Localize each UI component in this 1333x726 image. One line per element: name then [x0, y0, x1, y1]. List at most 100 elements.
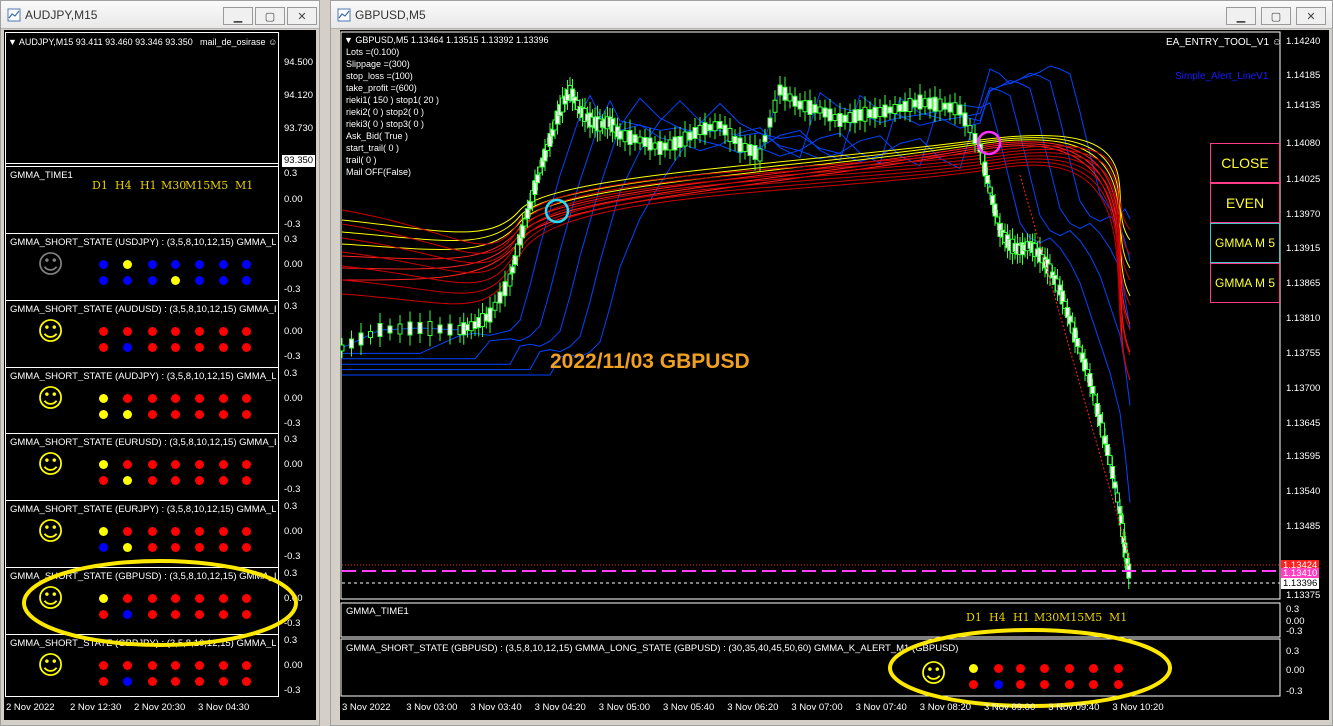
chart-left-border	[5, 32, 6, 696]
state-dot	[171, 393, 180, 403]
price-tick: 1.13700	[1286, 383, 1321, 394]
state-dot	[123, 543, 132, 553]
candle-body	[1107, 455, 1113, 465]
candle-body	[417, 322, 423, 334]
scale-tick: -0.3	[1286, 626, 1303, 637]
candle-body	[1087, 373, 1093, 387]
candle-body	[802, 100, 808, 113]
scale-tick: 0.3	[284, 234, 298, 245]
state-dot	[171, 527, 180, 537]
state-dot	[99, 460, 108, 470]
gbpusd-chart-area[interactable]: ▼ GBPUSD,M5 1.13464 1.13515 1.13392 1.13…	[340, 30, 1329, 720]
minimize-button[interactable]: ▁	[223, 7, 253, 25]
panel-divider	[5, 299, 279, 301]
state-panel-title: GMMA_SHORT_STATE (AUDUSD) : (3,5,8,10,12…	[10, 304, 276, 315]
state-dot	[195, 260, 204, 269]
candle-body	[507, 273, 513, 287]
state-dot	[99, 342, 108, 352]
price-tick: 1.14135	[1286, 100, 1321, 111]
candle-body	[717, 121, 723, 129]
state-dot	[148, 409, 157, 419]
smiley-icon: ☺	[1271, 37, 1283, 48]
close-window-button[interactable]: ✕	[1296, 7, 1326, 25]
ea-param: Ask_Bid( True )	[346, 131, 409, 141]
candle-body	[535, 174, 540, 184]
state-dot	[195, 393, 204, 403]
candle-body	[682, 131, 688, 147]
time-tick: 3 Nov 05:40	[663, 702, 715, 713]
candle-body	[762, 135, 768, 143]
state-dot	[195, 276, 204, 285]
timeframe-label: H1	[1013, 611, 1030, 624]
state-dot	[195, 326, 204, 336]
current-price-label: 93.350	[282, 155, 316, 167]
time-tick: 3 Nov 10:20	[1112, 702, 1164, 713]
state-dot	[148, 460, 157, 470]
candle-body	[502, 281, 508, 297]
close-window-button[interactable]: ✕	[287, 7, 317, 25]
state-dot	[123, 527, 132, 537]
gmma-m5-button[interactable]: GMMA M 5	[1210, 223, 1280, 263]
candle-body	[827, 108, 833, 122]
gbpusd-titlebar[interactable]: GBPUSD,M5	[331, 1, 1332, 29]
gbpusd-highlight-ellipse	[22, 559, 298, 647]
ea-param: rieki3( 0 ) stop3( 0 )	[346, 119, 425, 129]
price-tick: 1.14240	[1286, 36, 1321, 47]
candle-body	[662, 142, 668, 151]
scale-tick: 0.3	[284, 434, 298, 446]
state-dot	[242, 660, 251, 670]
audjpy-chart-area[interactable]: ▼ AUDJPY,M15 93.411 93.460 93.346 93.350…	[4, 30, 316, 720]
candle-body	[842, 114, 848, 123]
panel-divider	[5, 233, 279, 234]
gbpusd-state-highlight-ellipse	[888, 628, 1172, 708]
state-dot	[99, 409, 108, 419]
state-dot	[219, 527, 228, 537]
minimize-button[interactable]: ▁	[1226, 7, 1256, 25]
timeframe-label: M1	[235, 179, 254, 192]
candle-body	[1100, 422, 1105, 438]
state-dot	[171, 326, 180, 336]
candle-body	[837, 113, 843, 127]
state-dot	[99, 260, 108, 269]
candle-body	[525, 208, 530, 220]
candlestick-chart[interactable]	[340, 30, 1329, 720]
candle-body	[522, 218, 528, 227]
state-dot	[195, 476, 204, 486]
gmma-m5-button[interactable]: GMMA M 5	[1210, 263, 1280, 303]
candle-body	[647, 137, 653, 151]
candle-body	[732, 136, 738, 144]
time-tick: 3 Nov 04:30	[198, 702, 250, 713]
state-dot	[148, 543, 157, 553]
state-dot	[123, 393, 132, 403]
ea-param: take_profit =(600)	[346, 83, 417, 93]
candle-body	[1112, 481, 1118, 489]
state-dot	[242, 342, 251, 352]
maximize-button[interactable]: ▢	[255, 7, 285, 25]
timeframe-label: D1	[966, 611, 982, 624]
timeframe-label: M5	[210, 179, 229, 192]
candle-body	[677, 136, 683, 148]
close-position-button[interactable]: CLOSE	[1210, 143, 1280, 183]
candle-body	[877, 107, 883, 117]
price-tick: 1.13540	[1286, 486, 1321, 497]
even-button[interactable]: EVEN	[1210, 183, 1280, 223]
ea-label: mail_de_osirase ☺	[200, 37, 278, 47]
candle-body	[667, 139, 673, 151]
timeframe-label: M5	[1084, 611, 1103, 624]
panel-divider	[5, 166, 279, 167]
state-dot	[242, 276, 251, 285]
candle-body	[857, 109, 863, 121]
price-tick: 1.13755	[1286, 348, 1321, 359]
candle-body	[497, 291, 503, 304]
candle-body	[637, 136, 643, 144]
state-dot	[242, 260, 251, 269]
candle-body	[697, 125, 703, 135]
state-dot	[123, 476, 132, 486]
candle-body	[772, 99, 778, 113]
candle-body	[922, 98, 928, 108]
state-dot	[171, 342, 180, 352]
maximize-button[interactable]: ▢	[1261, 7, 1291, 25]
state-dot	[99, 393, 108, 403]
state-dot	[171, 260, 180, 269]
state-dot	[195, 527, 204, 537]
